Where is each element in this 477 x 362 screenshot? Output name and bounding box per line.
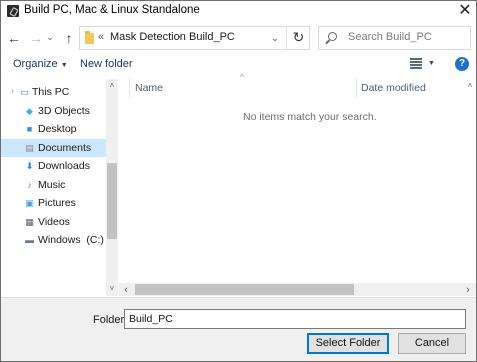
- sidebar-item-desktop[interactable]: ■ Desktop: [1, 120, 106, 138]
- address-bar[interactable]: « Mask Detection › Build_PC ⌄: [79, 26, 310, 50]
- navigation-pane[interactable]: › ▭ This PC ◆ 3D Objects ■ Desktop ▤ Doc…: [1, 79, 118, 296]
- sidebar-item-label: Documents: [38, 142, 92, 154]
- sidebar-item-label: Pictures: [38, 197, 76, 209]
- new-folder-button[interactable]: New folder: [80, 58, 133, 70]
- drive-icon: ▬: [25, 235, 34, 245]
- column-divider[interactable]: [356, 78, 357, 98]
- download-icon: ⬇: [25, 161, 34, 171]
- caret-down-icon: ▼: [60, 62, 68, 69]
- organize-button[interactable]: Organize ▼: [13, 58, 68, 70]
- breadcrumb-overflow[interactable]: «: [98, 31, 104, 43]
- sidebar-item-pictures[interactable]: ▣ Pictures: [1, 194, 106, 212]
- empty-message: No items match your search.: [243, 111, 377, 123]
- cancel-button[interactable]: Cancel: [398, 333, 466, 354]
- folder-name-input[interactable]: [124, 309, 466, 329]
- close-button[interactable]: ✕: [455, 1, 475, 21]
- sidebar-item-label: 3D Objects: [38, 105, 90, 117]
- select-folder-button[interactable]: Select Folder: [307, 333, 389, 354]
- organize-label: Organize: [13, 58, 58, 70]
- forward-button[interactable]: →: [27, 27, 45, 49]
- folder-icon: [85, 31, 94, 44]
- breadcrumb-mask-detection[interactable]: Mask Detection: [110, 31, 186, 43]
- search-placeholder: Search Build_PC: [348, 31, 432, 43]
- recent-locations-dropdown[interactable]: ⌄: [44, 26, 56, 48]
- scrollbar-thumb[interactable]: [107, 163, 117, 239]
- folder-label: Folder:: [93, 314, 128, 326]
- sidebar-item-label: Desktop: [38, 123, 77, 135]
- help-icon[interactable]: ?: [455, 57, 469, 71]
- unity-app-icon: [7, 5, 19, 17]
- scroll-right-icon[interactable]: ›: [462, 284, 474, 296]
- view-dropdown-icon[interactable]: ▼: [428, 60, 435, 67]
- cube-icon: ◆: [26, 106, 33, 116]
- up-button[interactable]: ↑: [60, 27, 78, 49]
- sidebar-item-label: Downloads: [38, 160, 90, 172]
- sidebar-item-documents[interactable]: ▤ Documents: [1, 139, 106, 157]
- music-icon: ♪: [27, 180, 32, 190]
- window-title: Build PC, Mac & Linux Standalone: [24, 4, 200, 16]
- breadcrumb-build-pc[interactable]: Build_PC: [189, 31, 235, 43]
- search-icon: [328, 32, 337, 41]
- sidebar-item-label: Music: [38, 179, 66, 191]
- sort-ascending-icon: ^: [240, 73, 244, 82]
- scroll-up-icon[interactable]: ˄: [106, 80, 118, 92]
- sidebar-item-downloads[interactable]: ⬇ Downloads: [1, 157, 106, 175]
- pictures-icon: ▣: [25, 198, 34, 208]
- search-box[interactable]: Search Build_PC: [318, 26, 471, 50]
- refresh-button[interactable]: ↻: [286, 26, 310, 50]
- horizontal-scrollbar-thumb[interactable]: [135, 284, 354, 295]
- sidebar-item-this-pc[interactable]: › ▭ This PC: [1, 83, 106, 101]
- sidebar-item-3d-objects[interactable]: ◆ 3D Objects: [1, 102, 106, 120]
- scroll-left-icon[interactable]: ‹: [120, 284, 132, 296]
- expand-chevron-icon[interactable]: ›: [7, 87, 18, 97]
- sidebar-item-label: This PC: [32, 86, 70, 98]
- sidebar-item-label: Videos: [38, 216, 70, 228]
- document-icon: ▤: [25, 143, 34, 153]
- sidebar-item-music[interactable]: ♪ Music: [1, 176, 106, 194]
- address-dropdown-icon[interactable]: ⌄: [269, 30, 281, 46]
- column-divider: [129, 78, 130, 98]
- sidebar-item-videos[interactable]: ▦ Videos: [1, 213, 106, 231]
- breadcrumb-separator[interactable]: ›: [177, 31, 181, 43]
- video-icon: ▦: [25, 217, 34, 227]
- back-button[interactable]: ←: [5, 27, 23, 49]
- desktop-icon: ■: [26, 124, 33, 134]
- content-scroll-up-icon[interactable]: ˄: [464, 80, 476, 92]
- sidebar-item-windows-c[interactable]: ▬ Windows (C:): [1, 231, 106, 249]
- column-header-date-modified[interactable]: Date modified: [361, 82, 426, 94]
- scroll-down-icon[interactable]: ˅: [106, 283, 118, 295]
- computer-icon: ▭: [20, 87, 29, 97]
- view-options-icon[interactable]: [410, 58, 422, 69]
- sidebar-item-label: Windows (C:): [38, 234, 104, 246]
- column-header-name[interactable]: Name: [135, 82, 163, 94]
